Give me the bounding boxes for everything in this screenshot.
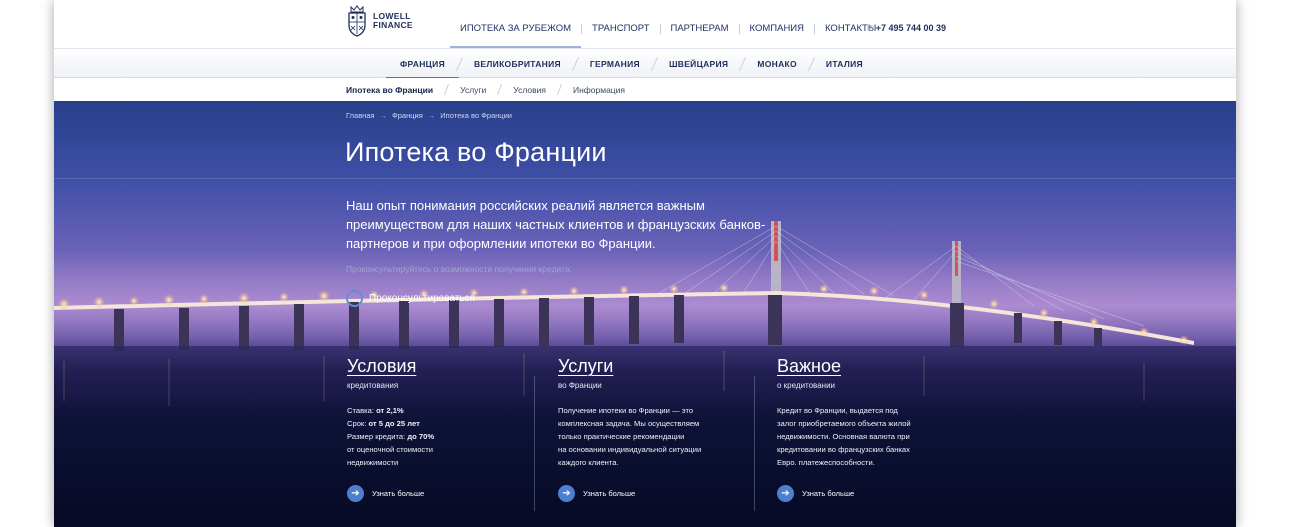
column-line: Срок: от 5 до 25 лет bbox=[347, 417, 547, 430]
tab-switzerland[interactable]: ШВЕЙЦАРИЯ bbox=[655, 49, 742, 79]
line-value: до 70% bbox=[407, 432, 435, 441]
learn-more-link[interactable]: ➔ Узнать больше bbox=[347, 485, 547, 502]
column-title[interactable]: Услуги bbox=[558, 356, 758, 377]
hero-lead-text: Наш опыт понимания российских реалий явл… bbox=[346, 198, 766, 251]
subnav-item-information[interactable]: Информация bbox=[560, 85, 638, 95]
consult-button-label: Проконсультироваться bbox=[369, 292, 475, 304]
consult-button[interactable]: Проконсультироваться bbox=[346, 289, 475, 307]
breadcrumb-home[interactable]: Главная bbox=[346, 111, 375, 120]
column-title[interactable]: Условия bbox=[347, 356, 547, 377]
breadcrumb-arrow-icon: → bbox=[379, 111, 388, 120]
column-body: Кредит во Франции, выдается под залог пр… bbox=[777, 404, 977, 469]
column-line: Размер кредита: до 70% bbox=[347, 430, 547, 443]
column-line: Получение ипотеки во Франции — это bbox=[558, 406, 694, 415]
breadcrumb: Главная → Франция → Ипотека во Франции bbox=[346, 111, 512, 120]
nav-item-mortgage-abroad[interactable]: ИПОТЕКА ЗА РУБЕЖОМ bbox=[450, 0, 582, 48]
column-subtitle: во Франции bbox=[558, 381, 602, 390]
phone-icon: ✆ bbox=[867, 24, 874, 33]
learn-more-label: Узнать больше bbox=[802, 489, 855, 498]
column-subtitle: о кредитовании bbox=[777, 381, 836, 390]
column-line: кредитовании во французских банках bbox=[777, 445, 910, 454]
column-line: недвижимости bbox=[347, 456, 547, 469]
learn-more-label: Узнать больше bbox=[372, 489, 425, 498]
site-header: LOWELL FINANCE ИПОТЕКА ЗА РУБЕЖОМ ТРАНСП… bbox=[54, 0, 1236, 48]
subnav-item-mortgage-france[interactable]: Ипотека во Франции bbox=[346, 85, 446, 95]
subnav-item-services[interactable]: Услуги bbox=[447, 85, 499, 95]
phone-text: +7 495 744 00 39 bbox=[875, 23, 947, 33]
line-text: от оценочной стоимости bbox=[347, 445, 433, 454]
column-line: Евро. платежеспособности. bbox=[777, 458, 875, 467]
column-body: Ставка: от 2,1% Срок: от 5 до 25 лет Раз… bbox=[347, 404, 547, 469]
main-nav: ИПОТЕКА ЗА РУБЕЖОМ ТРАНСПОРТ ПАРТНЕРАМ К… bbox=[450, 0, 886, 48]
learn-more-link[interactable]: ➔ Узнать больше bbox=[777, 485, 977, 502]
column-services: Услуги во Франции Получение ипотеки во Ф… bbox=[558, 356, 758, 502]
learn-more-label: Узнать больше bbox=[583, 489, 636, 498]
nav-item-transport[interactable]: ТРАНСПОРТ bbox=[582, 0, 660, 48]
tab-italy[interactable]: ИТАЛИЯ bbox=[812, 49, 877, 79]
column-line: недвижимости. Основная валюта при bbox=[777, 432, 910, 441]
tab-france[interactable]: ФРАНЦИЯ bbox=[386, 49, 459, 79]
subnav-item-conditions[interactable]: Условия bbox=[500, 85, 559, 95]
tab-great-britain[interactable]: ВЕЛИКОБРИТАНИЯ bbox=[460, 49, 575, 79]
column-line: Кредит во Франции, выдается под bbox=[777, 406, 898, 415]
column-line: комплексная задача. Мы осуществляем bbox=[558, 419, 700, 428]
page: LOWELL FINANCE ИПОТЕКА ЗА РУБЕЖОМ ТРАНСП… bbox=[54, 0, 1236, 527]
country-tabs: ФРАНЦИЯ ВЕЛИКОБРИТАНИЯ ГЕРМАНИЯ ШВЕЙЦАРИ… bbox=[386, 49, 877, 79]
logo-text: LOWELL FINANCE bbox=[373, 12, 413, 30]
breadcrumb-france[interactable]: Франция bbox=[392, 111, 423, 120]
column-line: от оценочной стоимости bbox=[347, 443, 547, 456]
line-text: Размер кредита: bbox=[347, 432, 408, 441]
logo[interactable]: LOWELL FINANCE bbox=[346, 5, 413, 37]
column-line: на основании индивидуальной ситуации bbox=[558, 445, 702, 454]
arrow-right-icon: ➔ bbox=[777, 485, 794, 502]
line-value: от 2,1% bbox=[376, 406, 404, 415]
breadcrumb-current: Ипотека во Франции bbox=[440, 111, 512, 120]
divider bbox=[54, 178, 1236, 179]
line-value: от 5 до 25 лет bbox=[368, 419, 420, 428]
learn-more-link[interactable]: ➔ Узнать больше bbox=[558, 485, 758, 502]
hero-section: Главная → Франция → Ипотека во Франции И… bbox=[54, 101, 1236, 527]
column-line: залог приобретаемого объекта жилой bbox=[777, 419, 911, 428]
column-body: Получение ипотеки во Франции — это компл… bbox=[558, 404, 758, 469]
nav-item-partners[interactable]: ПАРТНЕРАМ bbox=[661, 0, 739, 48]
nav-item-company[interactable]: КОМПАНИЯ bbox=[740, 0, 814, 48]
column-divider bbox=[534, 376, 535, 511]
column-divider bbox=[754, 376, 755, 511]
breadcrumb-arrow-icon: → bbox=[427, 111, 436, 120]
tab-germany[interactable]: ГЕРМАНИЯ bbox=[576, 49, 654, 79]
logo-text-line2: FINANCE bbox=[373, 20, 413, 30]
arrow-right-icon: ➔ bbox=[558, 485, 575, 502]
line-text: Ставка: bbox=[347, 406, 377, 415]
line-text: Срок: bbox=[347, 419, 369, 428]
sub-nav: Ипотека во Франции Услуги Условия Информ… bbox=[346, 78, 638, 101]
arrow-right-icon: ➔ bbox=[347, 485, 364, 502]
column-subtitle: кредитования bbox=[347, 381, 399, 390]
tab-monaco[interactable]: МОНАКО bbox=[743, 49, 811, 79]
consult-prompt: Проконсультируйтесь о возможности получе… bbox=[346, 264, 573, 274]
page-title: Ипотека во Франции bbox=[345, 137, 607, 167]
crest-logo-icon bbox=[348, 5, 366, 37]
column-line: Ставка: от 2,1% bbox=[347, 404, 547, 417]
column-line: каждого клиента. bbox=[558, 458, 619, 467]
column-title[interactable]: Важное bbox=[777, 356, 977, 377]
column-important: Важное о кредитовании Кредит во Франции,… bbox=[777, 356, 977, 502]
line-text: недвижимости bbox=[347, 458, 399, 467]
sub-nav-bar: Ипотека во Франции Услуги Условия Информ… bbox=[54, 78, 1236, 101]
phone-number[interactable]: ✆ +7 495 744 00 39 bbox=[867, 23, 946, 33]
column-line: только практические рекомендации bbox=[558, 432, 685, 441]
column-conditions: Условия кредитования Ставка: от 2,1% Сро… bbox=[347, 356, 547, 502]
country-bar: ФРАНЦИЯ ВЕЛИКОБРИТАНИЯ ГЕРМАНИЯ ШВЕЙЦАРИ… bbox=[54, 48, 1236, 79]
circle-icon bbox=[346, 289, 363, 307]
